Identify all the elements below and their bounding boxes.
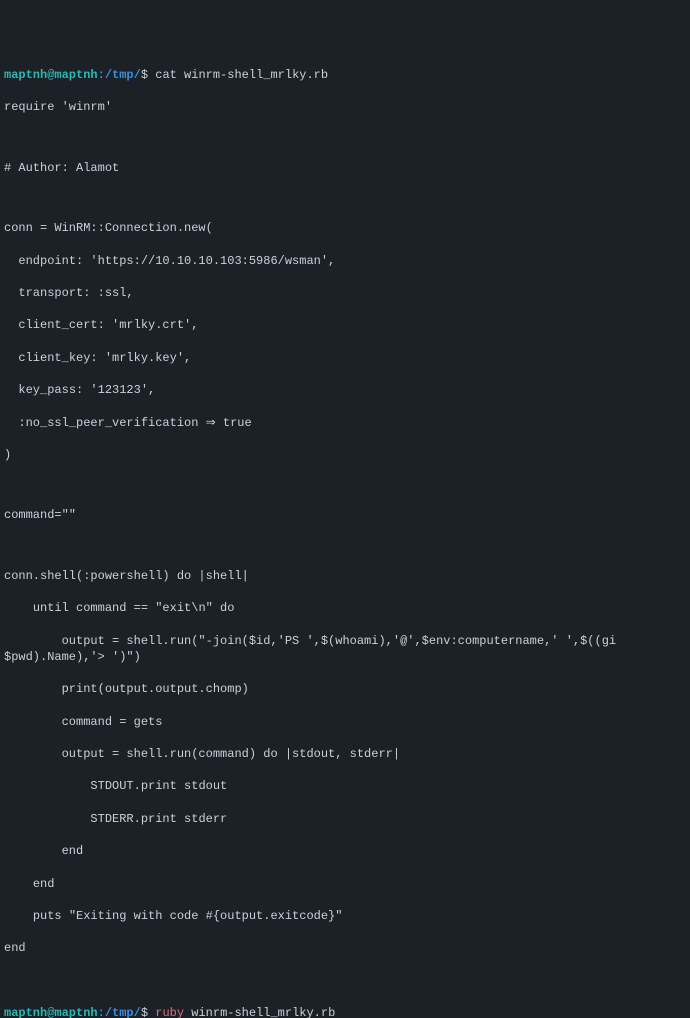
shell-user: maptnh@maptnh xyxy=(4,68,98,82)
code-line: client_cert: 'mrlky.crt', xyxy=(4,317,686,333)
code-line: STDERR.print stderr xyxy=(4,811,686,827)
code-line: end xyxy=(4,940,686,956)
prompt-line-2: maptnh@maptnh:/tmp/$ ruby winrm-shell_mr… xyxy=(4,1005,686,1018)
code-line: conn.shell(:powershell) do |shell| xyxy=(4,568,686,584)
code-line: client_key: 'mrlky.key', xyxy=(4,350,686,366)
code-line: output = shell.run(command) do |stdout, … xyxy=(4,746,686,762)
shell-symbol: $ xyxy=(141,68,155,82)
code-line: puts "Exiting with code #{output.exitcod… xyxy=(4,908,686,924)
code-line xyxy=(4,192,686,204)
code-line: output = shell.run("-join($id,'PS ',$(wh… xyxy=(4,633,686,665)
code-line: conn = WinRM::Connection.new( xyxy=(4,220,686,236)
code-line: ) xyxy=(4,447,686,463)
code-line: until command == "exit\n" do xyxy=(4,600,686,616)
ruby-keyword: ruby xyxy=(155,1006,184,1018)
blank-line xyxy=(4,973,686,989)
code-line: transport: :ssl, xyxy=(4,285,686,301)
code-line: command = gets xyxy=(4,714,686,730)
code-line: command="" xyxy=(4,507,686,523)
shell-path: :/tmp/ xyxy=(98,68,141,82)
code-line: end xyxy=(4,876,686,892)
code-line: # Author: Alamot xyxy=(4,160,686,176)
code-line xyxy=(4,132,686,144)
code-line: STDOUT.print stdout xyxy=(4,778,686,794)
code-line: end xyxy=(4,843,686,859)
prompt-line-1: maptnh@maptnh:/tmp/$ cat winrm-shell_mrl… xyxy=(4,67,686,83)
code-line: endpoint: 'https://10.10.10.103:5986/wsm… xyxy=(4,253,686,269)
shell-command: winrm-shell_mrlky.rb xyxy=(184,1006,335,1018)
shell-user: maptnh@maptnh xyxy=(4,1006,98,1018)
shell-command: cat winrm-shell_mrlky.rb xyxy=(155,68,328,82)
shell-symbol: $ xyxy=(141,1006,155,1018)
code-line: :no_ssl_peer_verification ⇒ true xyxy=(4,415,686,431)
shell-path: :/tmp/ xyxy=(98,1006,141,1018)
code-line: require 'winrm' xyxy=(4,99,686,115)
code-line: key_pass: '123123', xyxy=(4,382,686,398)
code-line: print(output.output.chomp) xyxy=(4,681,686,697)
code-line xyxy=(4,540,686,552)
code-line xyxy=(4,479,686,491)
